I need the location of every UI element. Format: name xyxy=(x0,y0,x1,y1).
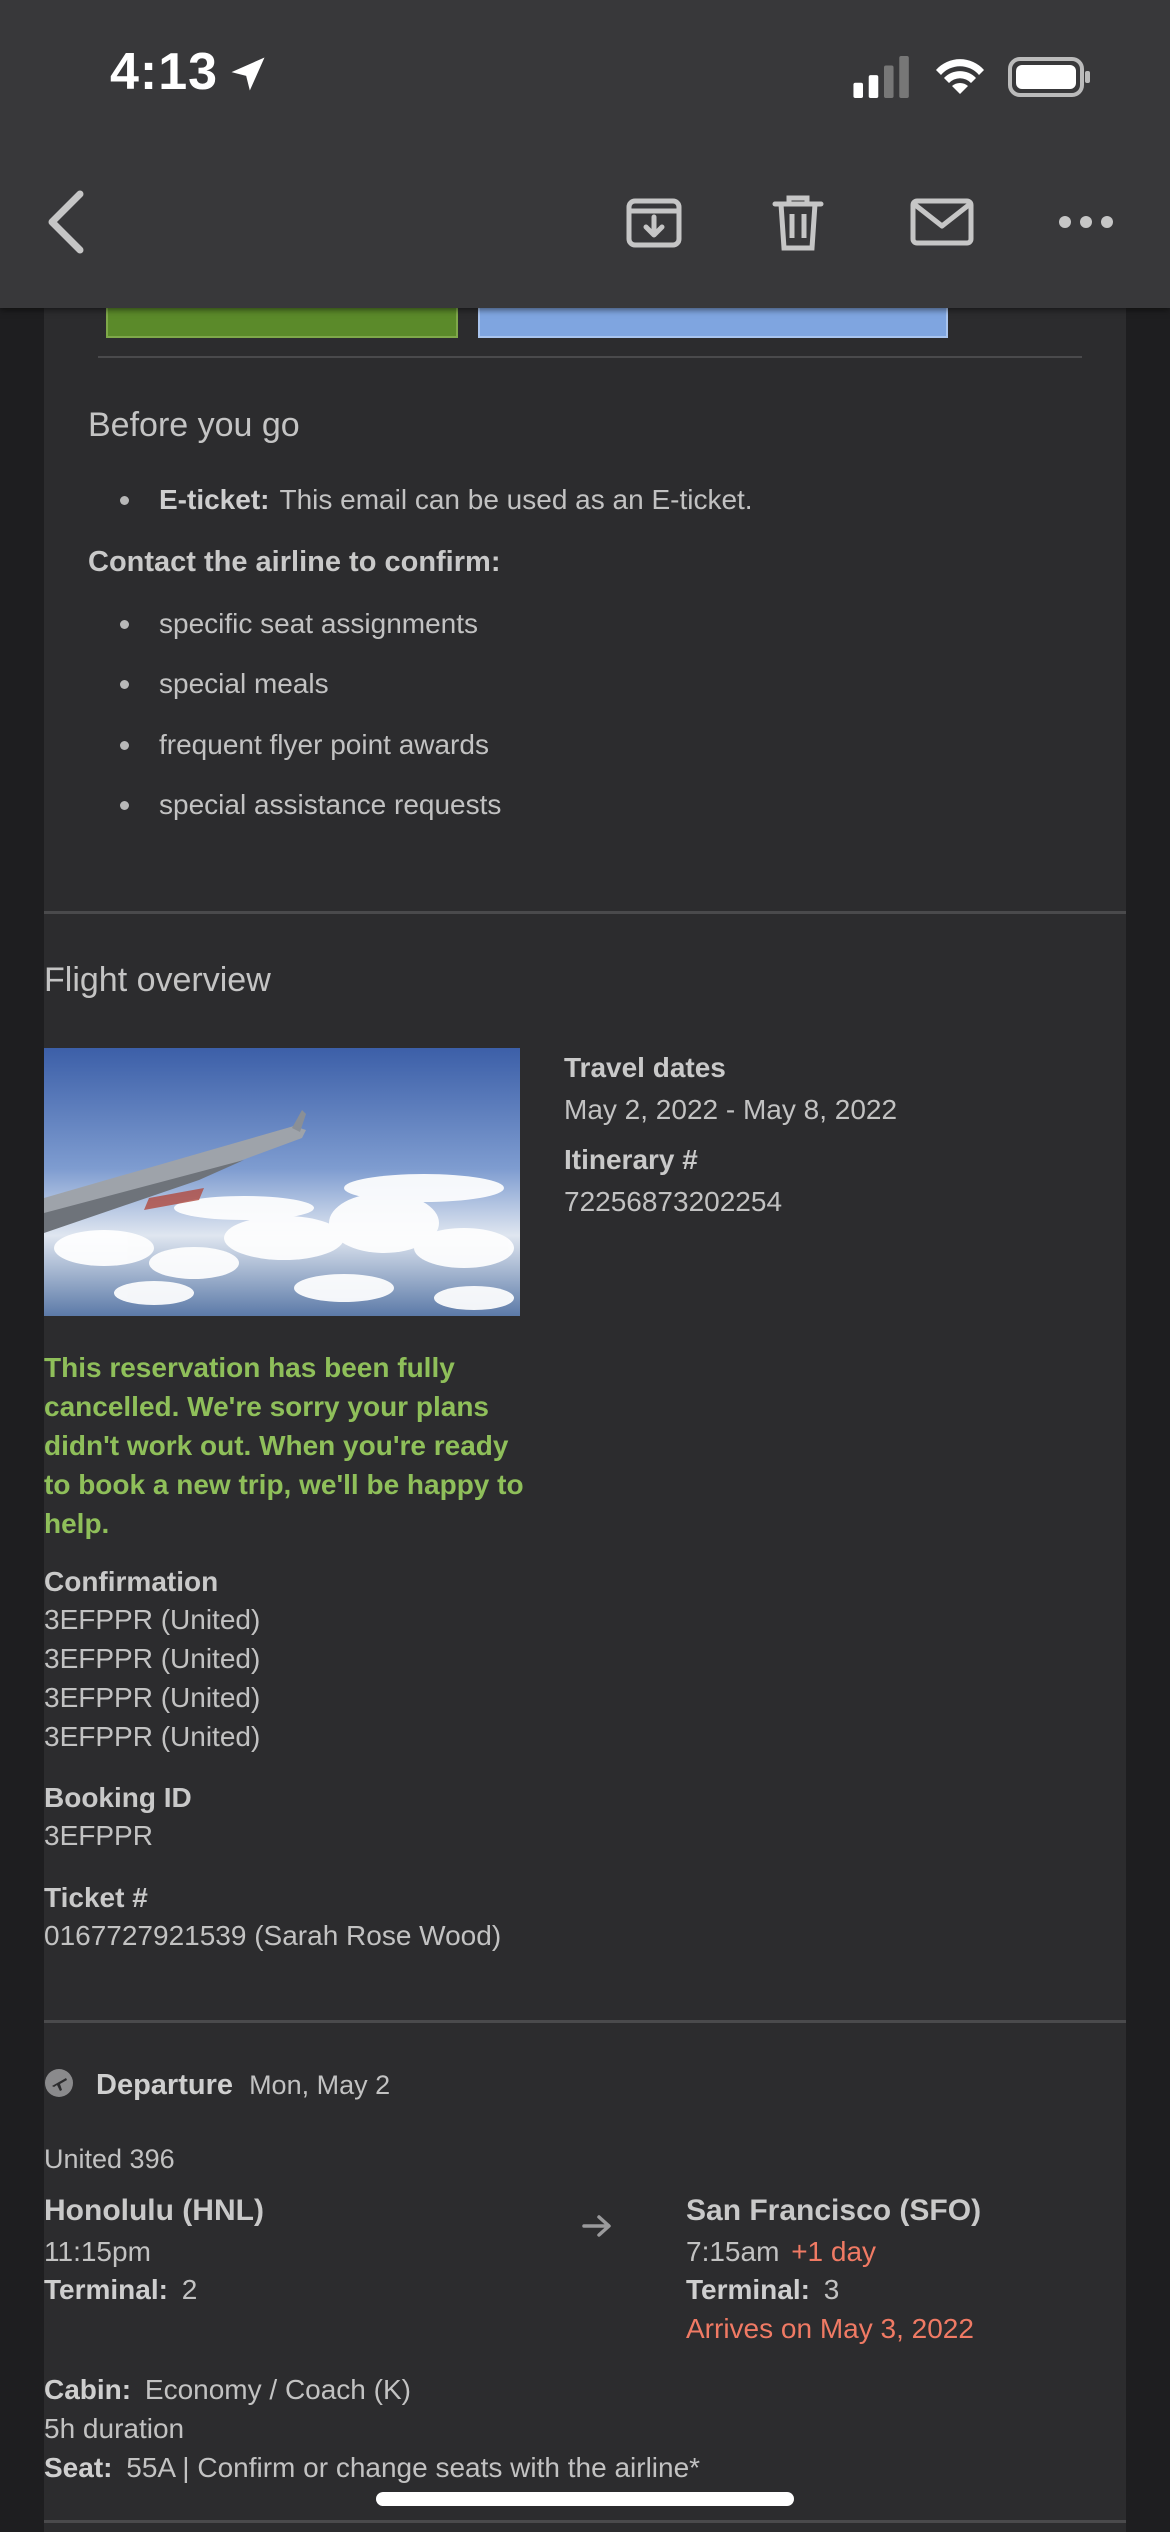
bullet-icon xyxy=(120,679,129,689)
booking-id-value: 3EFPPR xyxy=(44,1820,153,1851)
mail-icon xyxy=(910,198,974,246)
flight-duration: 5h duration xyxy=(44,2413,185,2444)
list-item: special assistance requests xyxy=(120,789,501,821)
back-button[interactable] xyxy=(30,186,102,258)
travel-dates-label: Travel dates xyxy=(564,1052,726,1083)
confirmation-value: 3EFPPR (United) xyxy=(44,1682,261,1713)
status-time: 4:13 xyxy=(110,43,219,101)
eticket-text: This email can be used as an E-ticket. xyxy=(279,484,753,515)
home-indicator[interactable] xyxy=(376,2492,794,2506)
arrow-right-icon xyxy=(582,2215,611,2237)
booking-id-label: Booking ID xyxy=(44,1782,192,1813)
ticket-label: Ticket # xyxy=(44,1882,148,1913)
departure-header: Departure Mon, May 2 xyxy=(96,2069,390,2102)
itinerary-value: 72256873202254 xyxy=(564,1186,783,1217)
travel-dates-value: May 2, 2022 - May 8, 2022 xyxy=(564,1094,898,1125)
divider xyxy=(98,356,1082,358)
trash-icon xyxy=(772,195,824,251)
top-bar: 4:13 xyxy=(0,0,1170,308)
battery-icon xyxy=(1008,57,1090,97)
bullet-icon xyxy=(120,800,129,810)
archive-button[interactable] xyxy=(618,186,690,258)
plus-day-badge: +1 day xyxy=(791,2236,877,2267)
departure-time: 11:15pm xyxy=(44,2236,151,2267)
bullet-icon xyxy=(120,619,129,629)
confirmation-label: Confirmation xyxy=(44,1566,219,1597)
more-icon xyxy=(1059,216,1113,228)
list-item-text: frequent flyer point awards xyxy=(159,729,489,760)
terminal-label: Terminal: xyxy=(686,2274,810,2305)
terminal-value: 2 xyxy=(181,2274,198,2305)
list-item-text: special assistance requests xyxy=(159,789,502,820)
wifi-icon xyxy=(936,59,984,94)
cabin-row: Cabin: Economy / Coach (K) xyxy=(44,2374,411,2406)
cancellation-message: This reservation has been fully cancelle… xyxy=(44,1352,524,1539)
confirmation-value: 3EFPPR (United) xyxy=(44,1604,261,1635)
airplane-icon xyxy=(45,2069,73,2097)
origin-terminal: Terminal: 2 xyxy=(44,2274,197,2306)
section-divider xyxy=(44,911,1126,914)
terminal-label: Terminal: xyxy=(44,2274,168,2305)
cabin-value: Economy / Coach (K) xyxy=(144,2374,411,2405)
bullet-icon xyxy=(120,740,129,750)
arrival-time: 7:15am xyxy=(686,2236,780,2267)
destination-city: San Francisco (SFO) xyxy=(686,2194,982,2227)
list-item-eticket: E-ticket: This email can be used as an E… xyxy=(120,484,753,516)
list-item: frequent flyer point awards xyxy=(120,729,489,761)
section-divider xyxy=(44,2020,1126,2023)
flight-photo xyxy=(44,1048,520,1316)
seat-row: Seat: 55A | Confirm or change seats with… xyxy=(44,2452,700,2484)
list-item: special meals xyxy=(120,668,329,700)
ticket-value: 0167727921539 (Sarah Rose Wood) xyxy=(44,1920,502,1951)
eticket-label: E-ticket: xyxy=(159,484,270,515)
left-margin xyxy=(0,0,44,2532)
chevron-left-icon xyxy=(48,190,84,254)
flight-number: United 396 xyxy=(44,2144,175,2174)
itinerary-label: Itinerary # xyxy=(564,1144,698,1175)
list-item-text: special meals xyxy=(159,668,329,699)
destination-terminal: Terminal: 3 xyxy=(686,2274,839,2306)
right-margin xyxy=(1126,0,1170,2532)
before-you-go-title: Before you go xyxy=(88,406,300,444)
more-button[interactable] xyxy=(1050,186,1122,258)
origin-city: Honolulu (HNL) xyxy=(44,2194,264,2227)
airplane-wing-image xyxy=(44,1048,520,1316)
arrival-time-row: 7:15am +1 day xyxy=(686,2236,876,2268)
contact-airline-title: Contact the airline to confirm: xyxy=(88,546,501,578)
seat-label: Seat: xyxy=(44,2452,113,2483)
list-item: specific seat assignments xyxy=(120,608,478,640)
confirmation-value: 3EFPPR (United) xyxy=(44,1721,261,1752)
arrival-date-note: Arrives on May 3, 2022 xyxy=(686,2313,974,2344)
flight-overview-title: Flight overview xyxy=(44,961,271,999)
departure-label: Departure xyxy=(96,2069,233,2101)
bullet-icon xyxy=(120,495,129,505)
section-divider xyxy=(44,2520,1126,2523)
archive-icon xyxy=(626,198,682,248)
seat-value: 55A | Confirm or change seats with the a… xyxy=(126,2452,701,2483)
departure-date: Mon, May 2 xyxy=(249,2070,391,2100)
list-item-text: specific seat assignments xyxy=(159,608,479,639)
mail-button[interactable] xyxy=(906,186,978,258)
confirmation-value: 3EFPPR (United) xyxy=(44,1643,261,1674)
location-arrow-icon xyxy=(231,57,265,91)
cabin-label: Cabin: xyxy=(44,2374,132,2405)
cellular-signal-icon xyxy=(853,56,909,98)
delete-button[interactable] xyxy=(762,186,834,258)
terminal-value: 3 xyxy=(823,2274,840,2305)
